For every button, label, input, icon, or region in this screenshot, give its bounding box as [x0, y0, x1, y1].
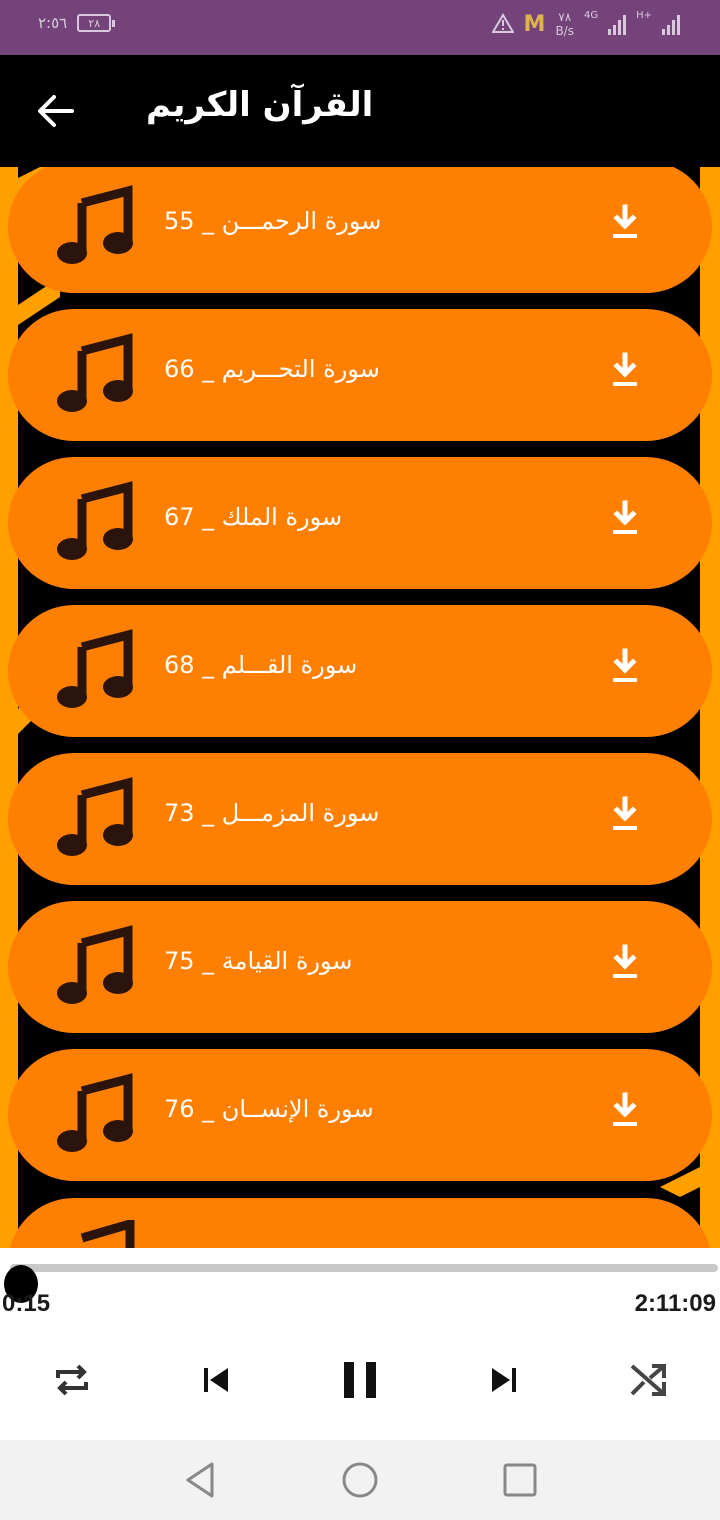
music-note-icon — [57, 777, 133, 856]
media-player: 0:15 2:11:09 — [0, 1248, 720, 1440]
status-left: ٢:٥٦ ٢٨ — [38, 14, 116, 32]
next-icon[interactable] — [482, 1358, 526, 1402]
surah-label: سورة التحـــريم _ 66 — [164, 355, 380, 383]
download-icon[interactable] — [608, 203, 642, 243]
music-note-icon — [57, 925, 133, 1004]
signal-icon-2 — [662, 13, 680, 36]
total-time: 2:11:09 — [634, 1290, 716, 1317]
repeat-icon[interactable] — [50, 1358, 94, 1402]
list-item-partial[interactable] — [8, 1198, 712, 1248]
current-time: 0:15 — [2, 1290, 51, 1317]
pause-icon[interactable] — [338, 1358, 382, 1402]
surah-list-item[interactable]: سورة المزمـــل _ 73 — [8, 753, 712, 885]
battery-level: ٢٨ — [88, 16, 101, 30]
status-bar: ٢:٥٦ ٢٨ M ٧٨ B/s 4G H+ — [0, 0, 720, 55]
surah-label: سورة القيامة _ 75 — [164, 947, 353, 975]
music-note-icon — [57, 185, 133, 264]
nav-home-icon[interactable] — [340, 1460, 380, 1500]
surah-label: سورة المزمـــل _ 73 — [164, 799, 380, 827]
network-speed: ٧٨ B/s — [555, 10, 574, 39]
shuffle-icon[interactable] — [626, 1358, 670, 1402]
status-right: M ٧٨ B/s 4G H+ — [490, 10, 680, 39]
seek-bar[interactable] — [4, 1264, 718, 1303]
surah-list-item[interactable]: سورة الرحمـــن _ 55 — [8, 167, 712, 293]
surah-label: سورة الإنســان _ 76 — [164, 1095, 374, 1123]
music-note-icon — [57, 1073, 133, 1152]
network-type: 4G — [583, 10, 599, 21]
app-bar: القرآن الكريم — [0, 55, 720, 167]
page-title: القرآن الكريم — [146, 85, 374, 125]
music-note-icon — [57, 333, 133, 412]
speed-value: ٧٨ — [558, 10, 572, 24]
surah-list-item[interactable]: سورة القـــلم _ 68 — [8, 605, 712, 737]
download-icon[interactable] — [608, 943, 642, 983]
download-icon[interactable] — [608, 351, 642, 391]
warning-icon — [490, 12, 515, 36]
surah-list-item[interactable]: سورة القيامة _ 75 — [8, 901, 712, 1033]
nav-recents-icon[interactable] — [500, 1460, 540, 1500]
download-icon[interactable] — [608, 647, 642, 687]
surah-list[interactable]: سورة الرحمـــن _ 55 سورة التحـــريم _ 66 س… — [0, 167, 720, 1248]
surah-label: سورة الملك _ 67 — [164, 503, 343, 531]
surah-list-item[interactable]: سورة الإنســان _ 76 — [8, 1049, 712, 1181]
speed-unit: B/s — [555, 24, 574, 39]
download-icon[interactable] — [608, 1091, 642, 1131]
surah-list-item[interactable]: سورة التحـــريم _ 66 — [8, 309, 712, 441]
surah-label: سورة القـــلم _ 68 — [164, 651, 358, 679]
download-icon[interactable] — [608, 499, 642, 539]
arrow-left-icon[interactable] — [34, 91, 78, 131]
battery-icon: ٢٨ — [77, 14, 116, 32]
surah-label: سورة الرحمـــن _ 55 — [164, 207, 382, 235]
nav-back-icon[interactable] — [182, 1460, 222, 1500]
signal-icon — [608, 13, 627, 36]
app-logo-icon: M — [523, 11, 546, 37]
network-type-2: H+ — [636, 10, 652, 21]
music-note-icon — [80, 1220, 135, 1248]
clock: ٢:٥٦ — [38, 14, 68, 32]
music-note-icon — [57, 629, 133, 708]
music-note-icon — [57, 481, 133, 560]
previous-icon[interactable] — [194, 1358, 238, 1402]
system-nav-bar — [0, 1440, 720, 1520]
download-icon[interactable] — [608, 795, 642, 835]
surah-list-item[interactable]: سورة الملك _ 67 — [8, 457, 712, 589]
